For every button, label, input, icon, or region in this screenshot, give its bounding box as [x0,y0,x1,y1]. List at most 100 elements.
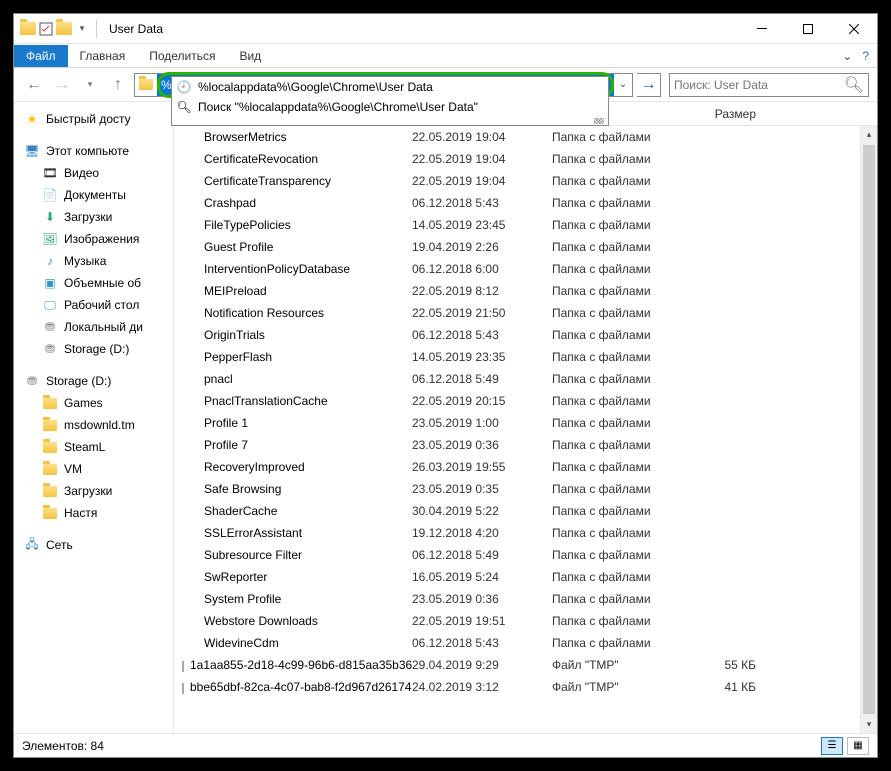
sidebar-downloads[interactable]: ⬇Загрузки [14,206,173,228]
file-row[interactable]: CertificateRevocation22.05.2019 19:04Пап… [174,148,877,170]
sidebar-pictures[interactable]: 🖼Изображения [14,228,173,250]
help-icon[interactable]: ? [862,49,869,63]
file-row[interactable]: SSLErrorAssistant19.12.2018 4:20Папка с … [174,522,877,544]
file-row[interactable]: Safe Browsing23.05.2019 0:35Папка с файл… [174,478,877,500]
sidebar-network[interactable]: 🖧Сеть [14,534,173,556]
qat-dropdown-icon[interactable]: ▾ [74,21,90,37]
close-button[interactable] [831,14,877,44]
ribbon-expand-icon[interactable]: ⌄ [842,49,852,63]
forward-button[interactable]: → [50,73,74,97]
file-row[interactable]: CertificateTransparency22.05.2019 19:04П… [174,170,877,192]
tab-home[interactable]: Главная [68,45,138,67]
scroll-up-icon[interactable]: ▴ [861,126,877,143]
file-row[interactable]: RecoveryImproved26.03.2019 19:55Папка с … [174,456,877,478]
suggest-search-item[interactable]: 🔍︎ Поиск "%localappdata%\Google\Chrome\U… [172,97,608,117]
tab-share[interactable]: Поделиться [137,45,227,67]
file-row[interactable]: Subresource Filter06.12.2018 5:49Папка с… [174,544,877,566]
star-icon: ★ [24,111,40,127]
folder-icon [182,613,198,629]
file-row[interactable]: PepperFlash14.05.2019 23:35Папка с файла… [174,346,877,368]
file-type: Папка с файлами [552,350,692,364]
sidebar-storage-d2[interactable]: ⛃Storage (D:) [14,370,173,392]
file-row[interactable]: BrowserMetrics22.05.2019 19:04Папка с фа… [174,126,877,148]
file-row[interactable]: Guest Profile19.04.2019 2:26Папка с файл… [174,236,877,258]
explorer-window: ▾ User Data Файл Главная Поделиться Вид … [13,13,878,758]
suggest-history-item[interactable]: 🕘 %localappdata%\Google\Chrome\User Data [172,77,608,97]
scrollbar[interactable]: ▴ ▾ [860,126,877,733]
sidebar-storage-d[interactable]: ⛃Storage (D:) [14,338,173,360]
go-button[interactable]: → [637,73,661,97]
sidebar-video[interactable]: 🎞Видео [14,162,173,184]
folder-icon [182,503,198,519]
search-box[interactable]: 🔍︎ [669,73,869,97]
file-row[interactable]: PnaclTranslationCache22.05.2019 20:15Пап… [174,390,877,412]
recent-dropdown[interactable]: ▾ [78,73,102,97]
scroll-down-icon[interactable]: ▾ [861,716,877,733]
sidebar-msdownld[interactable]: msdownld.tm [14,414,173,436]
sidebar-steaml[interactable]: SteamL [14,436,173,458]
sidebar-documents[interactable]: 📄Документы [14,184,173,206]
file-name: Safe Browsing [204,482,281,496]
sidebar-nastya[interactable]: Настя [14,502,173,524]
file-row[interactable]: WidevineCdm06.12.2018 5:43Папка с файлам… [174,632,877,654]
file-row[interactable]: Notification Resources22.05.2019 21:50Па… [174,302,877,324]
sidebar: ★Быстрый досту 🖥Этот компьюте 🎞Видео 📄До… [14,102,174,733]
address-suggest-dropdown: 🕘 %localappdata%\Google\Chrome\User Data… [171,76,609,126]
sidebar-desktop[interactable]: 🖵Рабочий стол [14,294,173,316]
file-row[interactable]: System Profile23.05.2019 0:36Папка с фай… [174,588,877,610]
file-date: 22.05.2019 19:04 [412,152,552,166]
file-date: 06.12.2018 5:49 [412,372,552,386]
file-date: 06.12.2018 5:43 [412,328,552,342]
back-button[interactable]: ← [22,73,46,97]
file-row[interactable]: Profile 123.05.2019 1:00Папка с файлами [174,412,877,434]
file-row[interactable]: InterventionPolicyDatabase06.12.2018 6:0… [174,258,877,280]
file-row[interactable]: Webstore Downloads22.05.2019 19:51Папка … [174,610,877,632]
view-icons-button[interactable]: ▦ [847,737,869,755]
file-name: PnaclTranslationCache [204,394,328,408]
tab-file[interactable]: Файл [14,45,68,67]
tab-view[interactable]: Вид [227,45,273,67]
sidebar-games[interactable]: Games [14,392,173,414]
scroll-thumb[interactable] [863,145,875,714]
sidebar-quick-access[interactable]: ★Быстрый досту [14,108,173,130]
folder-icon [182,129,198,145]
qat-newfolder-icon[interactable] [56,21,72,37]
file-type: Файл "TMP" [552,680,692,694]
file-row[interactable]: MEIPreload22.05.2019 8:12Папка с файлами [174,280,877,302]
file-date: 22.05.2019 8:12 [412,284,552,298]
qat-properties-icon[interactable] [38,21,54,37]
maximize-button[interactable] [785,14,831,44]
file-row[interactable]: Profile 723.05.2019 0:36Папка с файлами [174,434,877,456]
sidebar-this-pc[interactable]: 🖥Этот компьюте [14,140,173,162]
minimize-button[interactable] [739,14,785,44]
file-row[interactable]: pnacl06.12.2018 5:49Папка с файлами [174,368,877,390]
header-size[interactable]: Размер [692,107,772,121]
sidebar-music[interactable]: ♪Музыка [14,250,173,272]
resize-handle-icon[interactable] [172,117,608,125]
file-name: MEIPreload [204,284,267,298]
address-dropdown-icon[interactable]: ⌄ [614,79,632,90]
file-row[interactable]: ShaderCache30.04.2019 5:22Папка с файлам… [174,500,877,522]
file-row[interactable]: bbe65dbf-82ca-4c07-bab8-f2d967d26174...2… [174,676,877,698]
file-row[interactable]: Crashpad06.12.2018 5:43Папка с файлами [174,192,877,214]
file-date: 30.04.2019 5:22 [412,504,552,518]
file-date: 22.05.2019 19:04 [412,130,552,144]
file-row[interactable]: 1a1aa855-2d18-4c99-96b6-d815aa35b36e...2… [174,654,877,676]
up-button[interactable]: ↑ [106,73,130,97]
file-date: 14.05.2019 23:35 [412,350,552,364]
search-input[interactable] [674,78,844,92]
file-name: Notification Resources [204,306,324,320]
history-icon: 🕘 [176,79,192,95]
file-row[interactable]: OriginTrials06.12.2018 5:43Папка с файла… [174,324,877,346]
file-name: ShaderCache [204,504,277,518]
sidebar-vm[interactable]: VM [14,458,173,480]
sidebar-3dobjects[interactable]: ▣Объемные об [14,272,173,294]
sidebar-downloads2[interactable]: Загрузки [14,480,173,502]
sidebar-localdisk[interactable]: ⛃Локальный ди [14,316,173,338]
file-type: Папка с файлами [552,218,692,232]
folder-icon [42,461,58,477]
view-details-button[interactable]: ☰ [821,737,843,755]
file-row[interactable]: SwReporter16.05.2019 5:24Папка с файлами [174,566,877,588]
file-row[interactable]: FileTypePolicies14.05.2019 23:45Папка с … [174,214,877,236]
search-icon[interactable]: 🔍︎ [844,75,864,95]
